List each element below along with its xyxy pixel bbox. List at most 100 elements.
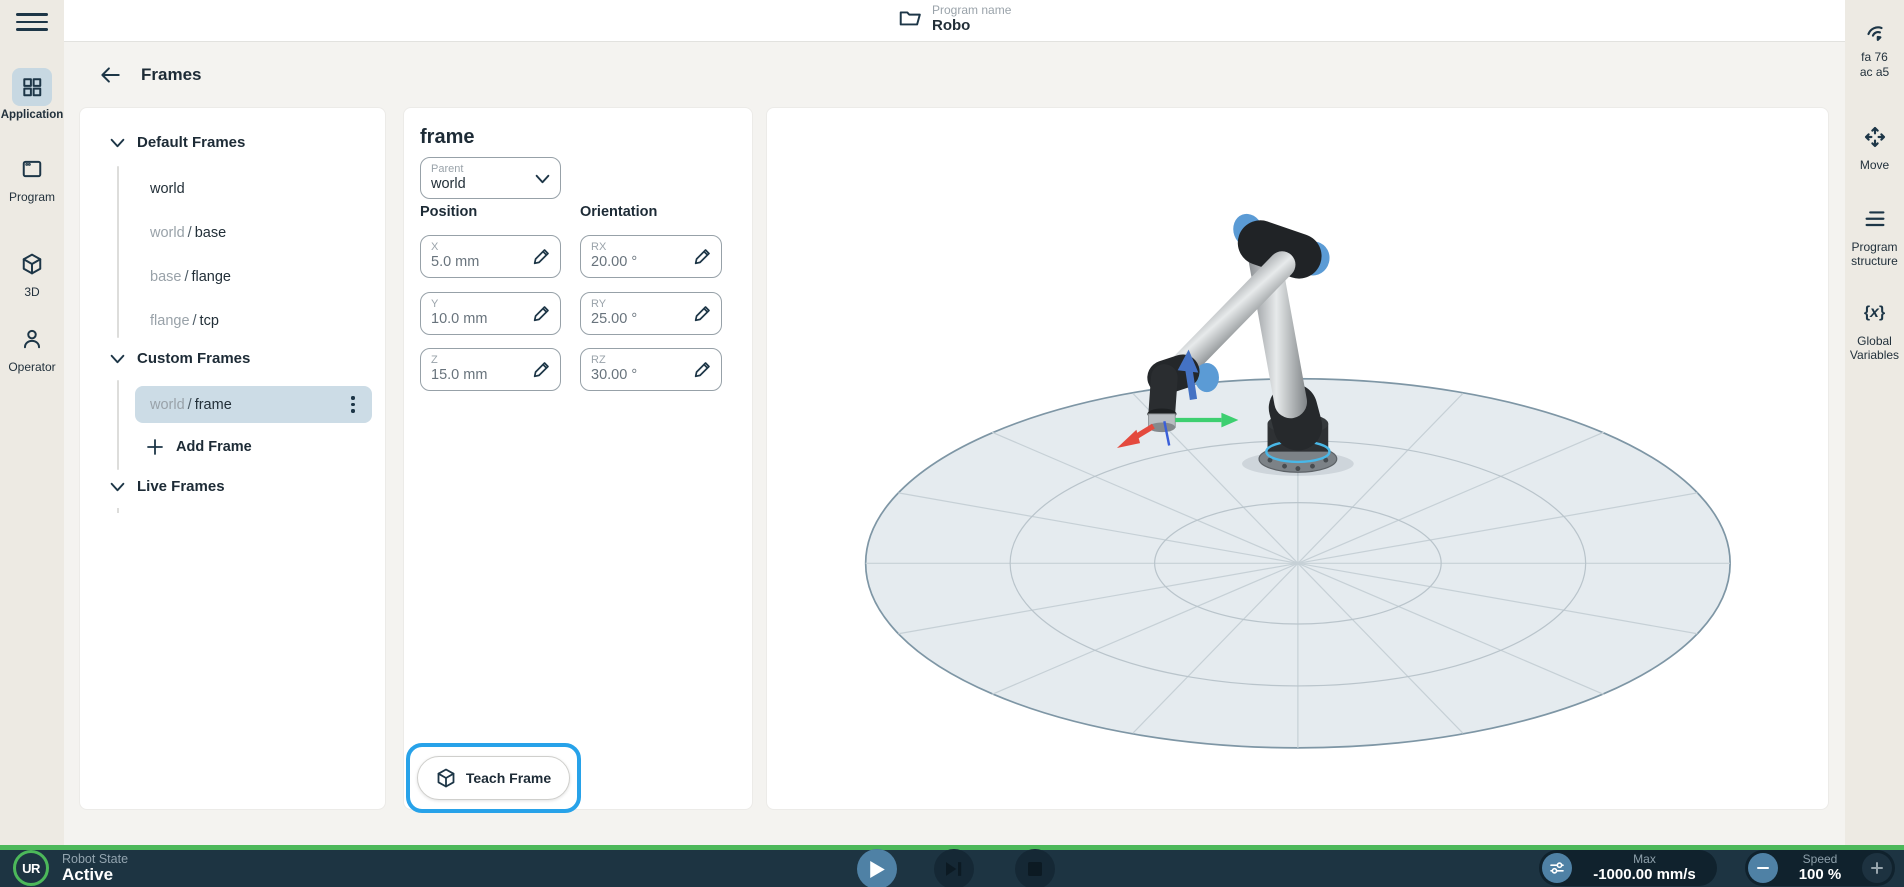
plus-icon <box>146 438 164 456</box>
sidebar-item-global-variables[interactable]: {x} Global Variables <box>1845 294 1904 362</box>
program-structure-list-icon <box>1855 200 1895 238</box>
play-icon <box>870 861 885 878</box>
sidebar-item-application[interactable]: Application <box>0 68 64 123</box>
section-label: Live Frames <box>137 478 225 495</box>
program-name-value: Robo <box>932 17 1011 34</box>
speed-increase-button[interactable] <box>1862 853 1892 883</box>
speed-label: Speed <box>1803 853 1838 866</box>
chevron-down-icon <box>535 173 550 185</box>
sidebar-item-3d[interactable]: 3D <box>0 245 64 300</box>
tree-item-world-frame: world/frame <box>150 397 232 413</box>
page-title: Frames <box>141 65 201 85</box>
operator-person-icon <box>12 320 52 358</box>
orientation-rz-field[interactable]: RZ 30.00 ° <box>580 348 722 391</box>
speed-decrease-button[interactable] <box>1748 853 1778 883</box>
parent-frame-select[interactable]: Parent world <box>420 157 561 199</box>
orientation-ry-field[interactable]: RY 25.00 ° <box>580 292 722 335</box>
ur-logo: UR <box>13 850 49 886</box>
program-name-label: Program name <box>932 3 1011 17</box>
minus-icon <box>1756 861 1770 875</box>
speed-value: 100 % <box>1799 866 1842 883</box>
program-window-icon <box>12 150 52 188</box>
sidebar-item-label: Operator <box>8 361 55 375</box>
section-custom-frames[interactable]: Custom Frames <box>110 350 250 367</box>
sidebar-item-label: 3D <box>24 286 39 300</box>
application-grid-icon <box>12 68 52 106</box>
sidebar-item-move[interactable]: Move <box>1845 118 1904 173</box>
max-speed-pill: Max -1000.00 mm/s <box>1539 850 1717 886</box>
top-bar: Program name Robo <box>64 0 1845 42</box>
position-label: Position <box>420 204 477 220</box>
play-button[interactable] <box>857 849 897 887</box>
max-label: Max <box>1633 853 1656 866</box>
tree-item-world-frame-selected[interactable]: world/frame <box>135 386 372 423</box>
kebab-menu-icon[interactable] <box>344 394 362 416</box>
orientation-rx-field[interactable]: RX 20.00 ° <box>580 235 722 278</box>
folder-icon <box>898 7 922 31</box>
device-id-line2: ac a5 <box>1860 65 1889 80</box>
speed-settings-button[interactable] <box>1542 853 1572 883</box>
sidebar-item-program-structure[interactable]: Program structure <box>1845 200 1904 268</box>
frame-title: frame <box>420 126 474 149</box>
back-arrow-icon[interactable] <box>97 62 123 88</box>
global-variables-icon: {x} <box>1855 294 1895 332</box>
tree-item-base-flange[interactable]: base/flange <box>150 269 231 285</box>
page-header: Frames <box>97 62 201 88</box>
cube-icon <box>436 768 456 788</box>
edit-pencil-icon[interactable] <box>693 360 712 379</box>
hamburger-menu-icon[interactable] <box>16 8 48 36</box>
add-frame-button[interactable]: Add Frame <box>146 438 252 456</box>
teach-frame-focus-ring: Teach Frame <box>406 743 581 813</box>
sidebar-item-program[interactable]: Program <box>0 150 64 205</box>
section-default-frames[interactable]: Default Frames <box>110 134 245 151</box>
skip-icon <box>946 862 962 876</box>
chevron-down-icon <box>110 137 125 149</box>
robot-3d-scene <box>767 108 1829 810</box>
parent-value: world <box>431 176 466 192</box>
teach-frame-button[interactable]: Teach Frame <box>417 756 570 800</box>
section-label: Default Frames <box>137 134 245 151</box>
sidebar-item-operator[interactable]: Operator <box>0 320 64 375</box>
frame-tree-panel: Default Frames world world/base base/fla… <box>79 107 386 810</box>
edit-pencil-icon[interactable] <box>693 247 712 266</box>
tree-item-world[interactable]: world <box>150 181 185 197</box>
position-x-field[interactable]: X 5.0 mm <box>420 235 561 278</box>
footer-bar: UR Robot State Active Max -1000.00 mm/s <box>0 845 1904 887</box>
edit-pencil-icon[interactable] <box>693 304 712 323</box>
program-name-chip[interactable]: Program name Robo <box>898 3 1011 34</box>
robot-state: Robot State Active <box>62 852 128 884</box>
right-sidebar: fa 76 ac a5 Move Program structure {x} G… <box>1845 0 1904 845</box>
sliders-icon <box>1549 860 1565 876</box>
cube-3d-icon <box>12 245 52 283</box>
section-live-frames[interactable]: Live Frames <box>110 478 225 495</box>
tree-item-world-base[interactable]: world/base <box>150 225 226 241</box>
orientation-label: Orientation <box>580 204 657 220</box>
position-z-field[interactable]: Z 15.0 mm <box>420 348 561 391</box>
device-id-line1: fa 76 <box>1860 50 1889 65</box>
sidebar-item-label: Application <box>1 109 64 123</box>
left-sidebar: Application Program 3D Operator <box>0 0 64 845</box>
plus-icon <box>1870 861 1884 875</box>
sidebar-item-label: Program structure <box>1846 241 1904 268</box>
stop-icon <box>1028 862 1042 876</box>
section-label: Custom Frames <box>137 350 250 367</box>
position-y-field[interactable]: Y 10.0 mm <box>420 292 561 335</box>
tree-indent-guide <box>117 508 119 513</box>
move-arrows-icon <box>1855 118 1895 156</box>
remote-connection-indicator[interactable]: fa 76 ac a5 <box>1845 12 1904 80</box>
sidebar-item-label: Move <box>1860 159 1889 173</box>
step-button[interactable] <box>934 849 974 887</box>
viewport-3d-panel[interactable] <box>766 107 1829 810</box>
edit-pencil-icon[interactable] <box>532 360 551 379</box>
tree-item-flange-tcp[interactable]: flange/tcp <box>150 313 219 329</box>
tree-indent-guide <box>117 166 119 338</box>
chevron-down-icon <box>110 481 125 493</box>
edit-pencil-icon[interactable] <box>532 304 551 323</box>
robot-state-label: Robot State <box>62 852 128 866</box>
frame-editor-panel: frame Parent world Position Orientation … <box>403 107 753 810</box>
polyscope-app: Application Program 3D Operator <box>0 0 1904 887</box>
chevron-down-icon <box>110 353 125 365</box>
stop-button[interactable] <box>1015 849 1055 887</box>
edit-pencil-icon[interactable] <box>532 247 551 266</box>
remote-connection-icon <box>1855 12 1895 50</box>
